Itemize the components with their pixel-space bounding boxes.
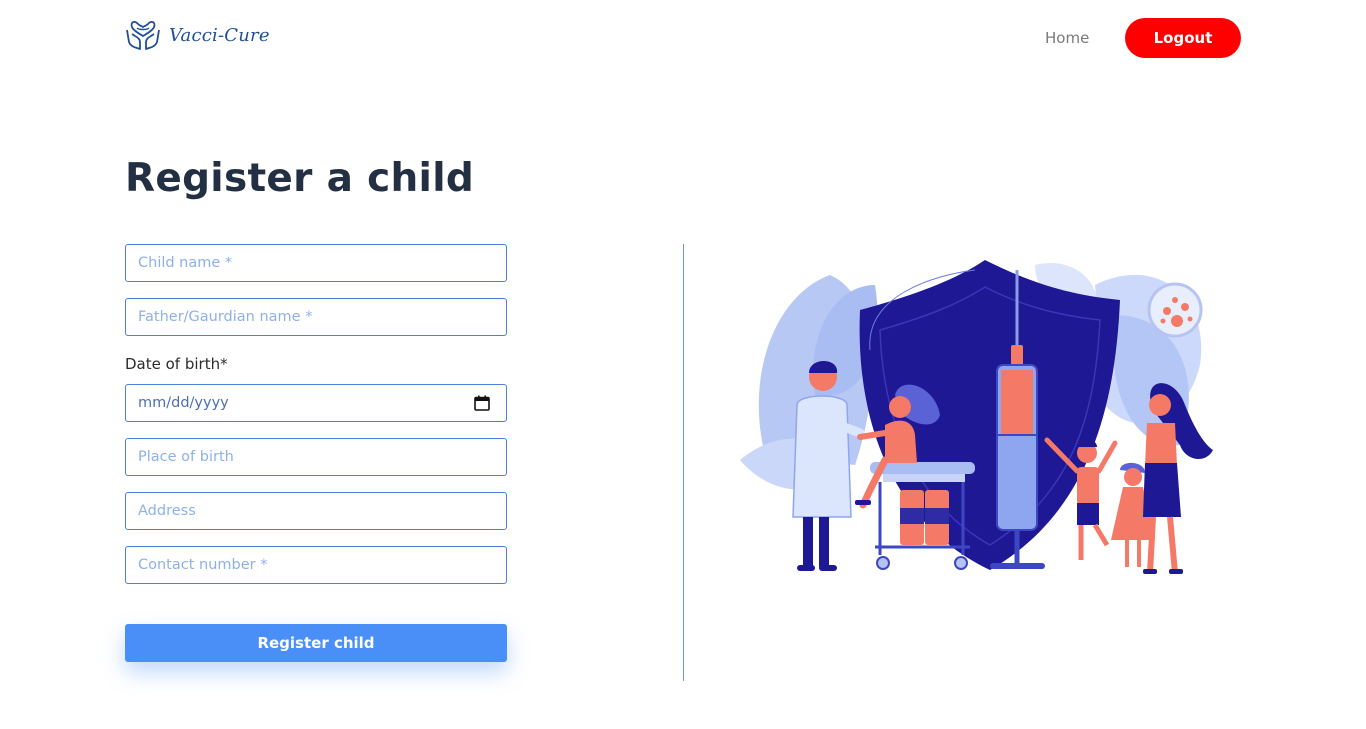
guardian-name-field[interactable] bbox=[125, 298, 507, 336]
vertical-divider bbox=[683, 244, 684, 681]
place-of-birth-field[interactable] bbox=[125, 438, 507, 476]
dob-label: Date of birth* bbox=[125, 355, 228, 373]
place-of-birth-input[interactable] bbox=[126, 439, 506, 475]
calendar-icon[interactable] bbox=[474, 395, 490, 411]
page-title: Register a child bbox=[125, 156, 475, 201]
contact-number-input[interactable] bbox=[126, 547, 506, 583]
child-name-field[interactable] bbox=[125, 244, 507, 282]
contact-number-field[interactable] bbox=[125, 546, 507, 584]
hands-heart-icon bbox=[126, 20, 160, 50]
dob-input[interactable]: mm/dd/yyyy bbox=[138, 395, 229, 411]
guardian-name-input[interactable] bbox=[126, 299, 506, 335]
child-name-input[interactable] bbox=[126, 245, 506, 281]
brand-logo[interactable]: Vacci-Cure bbox=[125, 18, 270, 52]
vaccination-illustration bbox=[740, 260, 1213, 574]
dob-field[interactable]: mm/dd/yyyy bbox=[125, 384, 507, 422]
brand-name: Vacci-Cure bbox=[169, 24, 270, 46]
address-input[interactable] bbox=[126, 493, 506, 529]
register-child-button[interactable]: Register child bbox=[125, 624, 507, 662]
address-field[interactable] bbox=[125, 492, 507, 530]
logout-button[interactable]: Logout bbox=[1125, 18, 1241, 58]
nav-home-link[interactable]: Home bbox=[1045, 29, 1089, 47]
